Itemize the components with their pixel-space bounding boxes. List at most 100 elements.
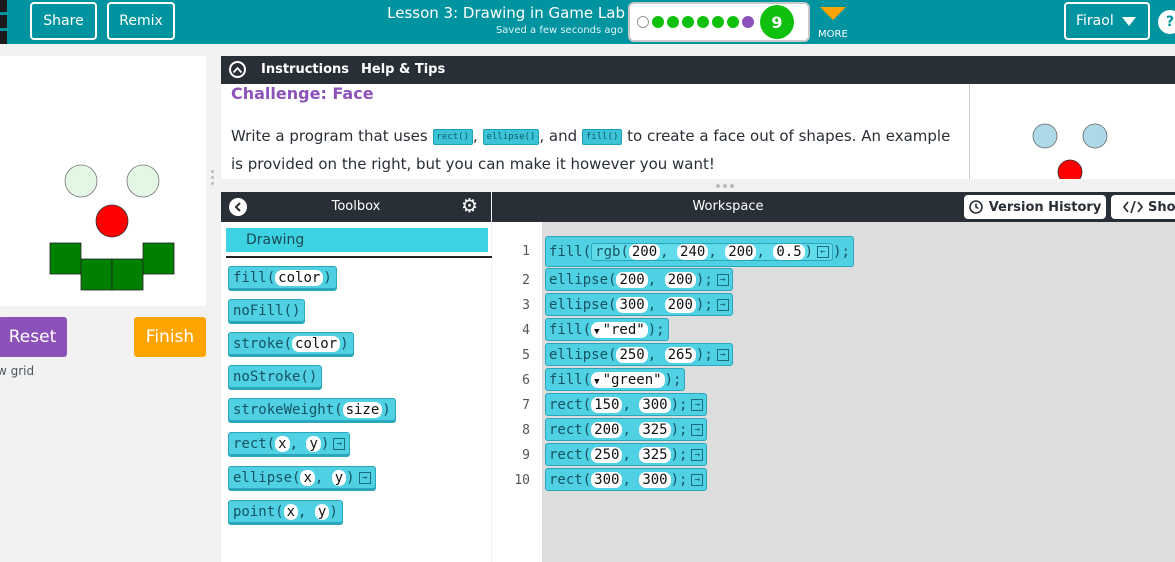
toolbox-title: Toolbox xyxy=(331,199,381,214)
instructions-body: Challenge: Face Write a program that use… xyxy=(221,84,1175,179)
code-block-ellipse[interactable]: ellipse(300, 200); → xyxy=(545,293,733,316)
help-icon[interactable]: ? xyxy=(1158,10,1175,34)
color-dropdown[interactable]: ▼ "green" xyxy=(591,371,665,388)
block-close: ); xyxy=(670,471,688,488)
block-param[interactable]: 0.5 xyxy=(773,243,805,260)
dropdown-triangle-icon: ▼ xyxy=(594,376,600,387)
show-grid-label[interactable]: w grid xyxy=(0,364,34,378)
block-param[interactable]: 325 xyxy=(639,421,671,438)
block-param[interactable]: 250 xyxy=(591,446,623,463)
code-block-ellipse[interactable]: ellipse(250, 265); → xyxy=(545,343,733,366)
block-param[interactable]: 200 xyxy=(664,296,696,313)
toolbox-block-noFill[interactable]: noFill() xyxy=(228,299,306,322)
instructions-header: Instructions Help & Tips xyxy=(221,56,1175,84)
block-param[interactable]: 325 xyxy=(639,446,671,463)
progress-dot-complete[interactable] xyxy=(712,16,724,28)
code-block-rect[interactable]: rect(250, 325); → xyxy=(545,443,708,466)
toolbox-block-noStroke[interactable]: noStroke() xyxy=(228,365,323,388)
category-drawing[interactable]: Drawing xyxy=(226,228,488,252)
left-eye-ellipse xyxy=(64,164,98,198)
block-param[interactable]: 250 xyxy=(616,346,648,363)
block-close: ); xyxy=(833,243,850,260)
inline-code-fill[interactable]: fill() xyxy=(581,129,623,145)
color-value: "red" xyxy=(602,321,645,338)
collapse-chevron-icon[interactable] xyxy=(229,61,246,78)
game-canvas[interactable] xyxy=(0,56,206,306)
block-param[interactable]: 265 xyxy=(664,346,696,363)
vertical-resize-handle[interactable] xyxy=(211,170,215,194)
user-menu-button[interactable]: Firaol xyxy=(1064,2,1150,40)
toolbox-block-strokeWeight[interactable]: strokeWeight(size) xyxy=(228,398,396,421)
share-button[interactable]: Share xyxy=(30,2,97,40)
progress-dot-complete[interactable] xyxy=(682,16,694,28)
block-func-name: ellipse( xyxy=(549,346,617,363)
progress-dot-complete[interactable] xyxy=(652,16,664,28)
progress-dot-complete[interactable] xyxy=(667,16,679,28)
toolbox-block-rect[interactable]: rect(x, y) → xyxy=(228,432,351,455)
progress-dot-complete[interactable] xyxy=(727,16,739,28)
inline-code-ellipse[interactable]: ellipse() xyxy=(482,129,540,145)
remix-button[interactable]: Remix xyxy=(107,2,175,40)
code-block-rect[interactable]: rect(300, 300); → xyxy=(545,468,708,491)
block-param[interactable]: 300 xyxy=(591,471,623,488)
block-param[interactable]: 300 xyxy=(639,396,671,413)
clock-icon xyxy=(968,200,983,214)
code-block-rect[interactable]: rect(150, 300); → xyxy=(545,393,708,416)
code-block-rect[interactable]: rect(200, 325); → xyxy=(545,418,708,441)
block-func-name: rect( xyxy=(549,396,592,413)
tab-instructions[interactable]: Instructions xyxy=(261,62,349,77)
toolbox-block-fill[interactable]: fill(color) xyxy=(228,266,337,289)
toolbox-block-ellipse[interactable]: ellipse(x, y) → xyxy=(228,466,376,489)
block-func-name: ellipse( xyxy=(233,469,301,486)
instructions-text: Write a program that uses rect(), ellips… xyxy=(231,127,951,173)
code-block-fill[interactable]: fill(▼ "red"); xyxy=(545,318,669,341)
block-param[interactable]: 240 xyxy=(677,243,709,260)
return-arrow-icon: → xyxy=(333,437,346,450)
block-func-name: point( xyxy=(233,503,284,520)
block-param[interactable]: 200 xyxy=(591,421,623,438)
block-func-name: stroke( xyxy=(233,335,293,352)
code-block-ellipse[interactable]: ellipse(200, 200); → xyxy=(545,268,733,291)
reset-button[interactable]: Reset xyxy=(0,317,67,357)
lesson-title[interactable]: Lesson 3: Drawing in Game Lab xyxy=(340,4,625,22)
toolbox-block-stroke[interactable]: stroke(color) xyxy=(228,332,354,355)
line-number: 1 xyxy=(522,244,530,259)
show-code-button[interactable]: Sho xyxy=(1111,195,1175,219)
block-func-name: fill( xyxy=(549,371,592,388)
more-label[interactable]: MORE xyxy=(818,29,848,40)
block-func-name: rect( xyxy=(549,471,592,488)
block-param[interactable]: 300 xyxy=(639,471,671,488)
gear-icon[interactable]: ⚙ xyxy=(461,196,478,216)
horizontal-resize-handle[interactable] xyxy=(716,184,740,188)
block-separator: , xyxy=(314,469,332,486)
block-close: ); xyxy=(670,446,688,463)
line-number: 8 xyxy=(522,423,530,438)
block-func-name: rect( xyxy=(549,446,592,463)
color-dropdown[interactable]: ▼ "red" xyxy=(591,321,648,338)
progress-dot-complete[interactable] xyxy=(697,16,709,28)
block-param[interactable]: 300 xyxy=(616,296,648,313)
progress-dot-empty[interactable] xyxy=(637,16,649,28)
block-param[interactable]: 150 xyxy=(591,396,623,413)
block-param[interactable]: 200 xyxy=(616,271,648,288)
finish-button[interactable]: Finish xyxy=(134,317,206,357)
block-param[interactable]: 200 xyxy=(664,271,696,288)
return-arrow-icon: ← xyxy=(817,245,830,258)
code-block-fill[interactable]: fill(rgb(200, 240, 200, 0.5) ←); xyxy=(545,236,854,267)
toolbox-block-point[interactable]: point(x, y) xyxy=(228,500,343,523)
block-param[interactable]: 200 xyxy=(725,243,757,260)
line-number: 2 xyxy=(522,273,530,288)
version-history-button[interactable]: Version History xyxy=(964,195,1106,219)
current-level-badge[interactable]: 9 xyxy=(760,5,794,39)
rgb-block[interactable]: rgb(200, 240, 200, 0.5) ← xyxy=(591,242,834,261)
code-org-logo[interactable] xyxy=(0,0,7,44)
inline-code-rect[interactable]: rect() xyxy=(432,129,474,145)
tab-help-tips[interactable]: Help & Tips xyxy=(361,62,445,77)
toolbox-header: Toolbox ⚙ xyxy=(221,192,491,222)
code-block-fill[interactable]: fill(▼ "green"); xyxy=(545,368,686,391)
progress-dot-current[interactable] xyxy=(742,16,754,28)
more-arrow-icon[interactable] xyxy=(820,7,846,20)
block-close: ); xyxy=(695,296,713,313)
block-param[interactable]: 200 xyxy=(628,243,661,260)
block-close: ) xyxy=(382,401,391,418)
